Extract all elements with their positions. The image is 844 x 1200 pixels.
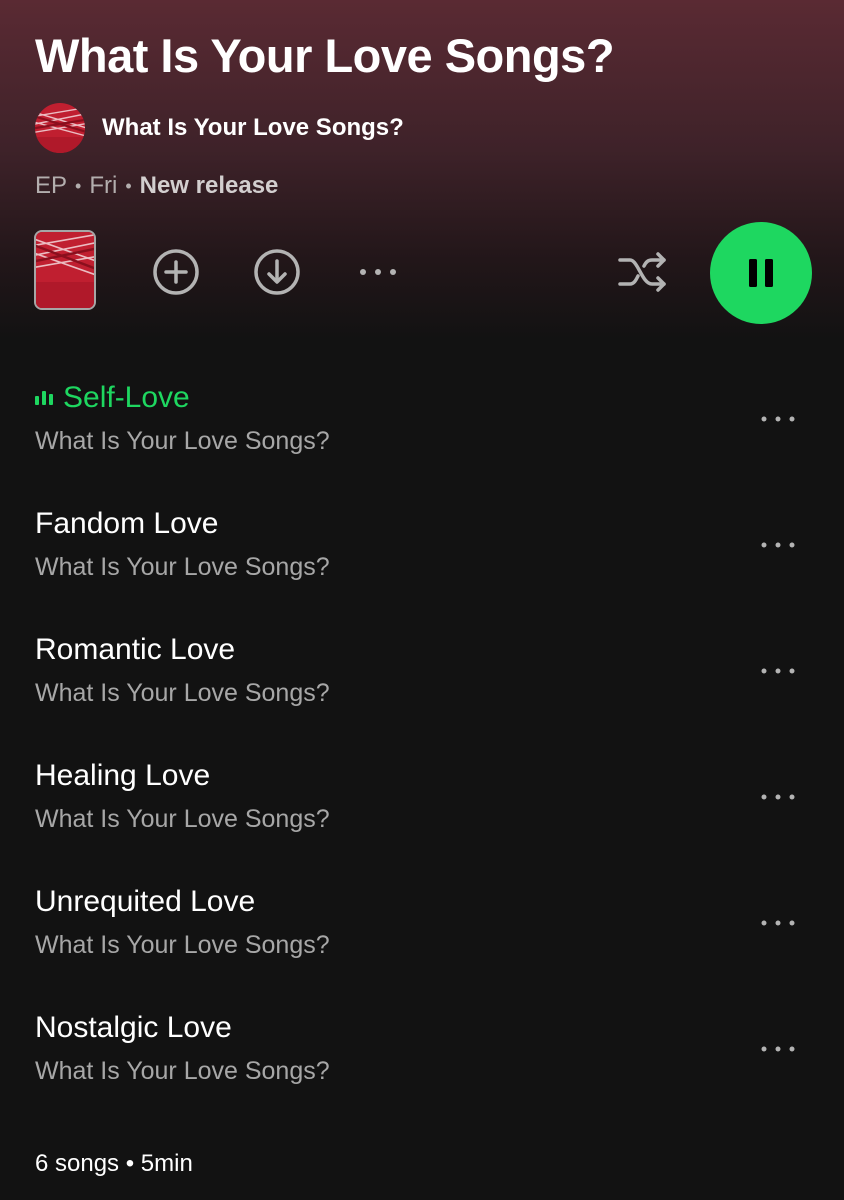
- more-horizontal-icon: [761, 920, 795, 926]
- more-horizontal-icon: [761, 794, 795, 800]
- pause-icon: [749, 259, 773, 287]
- release-status: New release: [139, 172, 279, 199]
- track-artist: What Is Your Love Songs?: [35, 553, 330, 581]
- pause-button[interactable]: [710, 222, 812, 324]
- more-horizontal-icon: [761, 542, 795, 548]
- meta-separator: •: [75, 175, 82, 196]
- album-thumbnail-art: [36, 232, 94, 308]
- track-title-text: Healing Love: [35, 759, 211, 792]
- track-more-button[interactable]: [752, 903, 804, 943]
- track-artist: What Is Your Love Songs?: [35, 931, 330, 959]
- track-row[interactable]: Self-Love What Is Your Love Songs?: [0, 377, 844, 489]
- shuffle-icon: [618, 252, 666, 292]
- add-to-library-button[interactable]: [152, 248, 200, 296]
- artist-row[interactable]: What Is Your Love Songs?: [35, 102, 404, 154]
- track-more-button[interactable]: [752, 777, 804, 817]
- track-title-text: Unrequited Love: [35, 885, 256, 918]
- track-title: Fandom Love: [35, 503, 218, 545]
- track-more-button[interactable]: [752, 651, 804, 691]
- album-title: What Is Your Love Songs?: [35, 29, 615, 82]
- more-horizontal-icon: [761, 1046, 795, 1052]
- track-artist: What Is Your Love Songs?: [35, 427, 330, 455]
- track-row[interactable]: Romantic Love What Is Your Love Songs?: [0, 629, 844, 741]
- track-row[interactable]: Nostalgic Love What Is Your Love Songs?: [0, 1007, 844, 1119]
- track-title-text: Romantic Love: [35, 633, 236, 666]
- track-more-button[interactable]: [752, 399, 804, 439]
- album-page: What Is Your Love Songs? What Is Your Lo…: [0, 0, 844, 1200]
- track-title-text: Fandom Love: [35, 507, 219, 540]
- album-cover-art: [35, 103, 85, 153]
- more-horizontal-icon: [360, 269, 396, 275]
- album-meta: EP • Fri • New release: [35, 172, 278, 200]
- album-summary: 6 songs • 5min: [35, 1150, 193, 1177]
- track-artist: What Is Your Love Songs?: [35, 1057, 330, 1085]
- track-title: Self-Love: [35, 377, 190, 419]
- track-title-text: Nostalgic Love: [35, 1011, 232, 1044]
- now-playing-icon: [35, 391, 53, 405]
- artist-name[interactable]: What Is Your Love Songs?: [102, 114, 404, 142]
- shuffle-button[interactable]: [616, 250, 670, 294]
- action-bar: [0, 222, 844, 324]
- release-day: Fri: [89, 172, 118, 199]
- album-thumbnail[interactable]: [34, 230, 96, 310]
- track-title: Healing Love: [35, 755, 210, 797]
- track-title: Nostalgic Love: [35, 1007, 232, 1049]
- track-artist: What Is Your Love Songs?: [35, 805, 330, 833]
- download-circle-icon: [254, 249, 300, 295]
- more-horizontal-icon: [761, 416, 795, 422]
- track-title: Unrequited Love: [35, 881, 255, 923]
- download-button[interactable]: [253, 248, 301, 296]
- track-artist: What Is Your Love Songs?: [35, 679, 330, 707]
- more-horizontal-icon: [761, 668, 795, 674]
- track-more-button[interactable]: [752, 1029, 804, 1069]
- track-row[interactable]: Fandom Love What Is Your Love Songs?: [0, 503, 844, 615]
- track-row[interactable]: Unrequited Love What Is Your Love Songs?: [0, 881, 844, 993]
- album-type: EP: [35, 172, 68, 199]
- plus-circle-icon: [153, 249, 199, 295]
- track-more-button[interactable]: [752, 525, 804, 565]
- track-title: Romantic Love: [35, 629, 235, 671]
- more-options-button[interactable]: [355, 258, 403, 286]
- track-title-text: Self-Love: [63, 381, 190, 414]
- artist-avatar[interactable]: [35, 103, 85, 153]
- meta-separator: •: [125, 175, 132, 196]
- track-row[interactable]: Healing Love What Is Your Love Songs?: [0, 755, 844, 867]
